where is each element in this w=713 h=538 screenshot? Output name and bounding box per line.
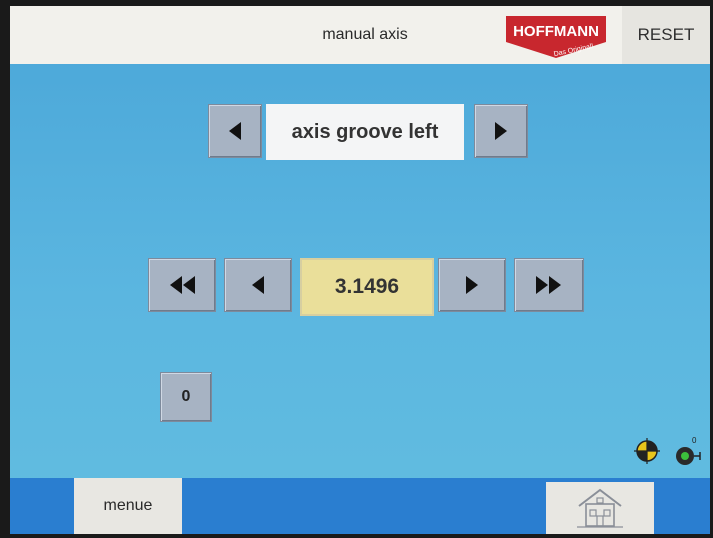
reset-button[interactable]: RESET: [622, 6, 710, 64]
home-button[interactable]: [546, 482, 654, 534]
arrow-right-icon: [495, 122, 507, 140]
axis-name-display: axis groove left: [266, 104, 464, 160]
hoffmann-logo: HOFFMANN Das Original!: [500, 12, 612, 64]
fast-forward-icon: [536, 276, 561, 294]
arrow-left-icon: [229, 122, 241, 140]
home-icon: [577, 488, 623, 528]
svg-text:HOFFMANN: HOFFMANN: [513, 23, 599, 40]
screen: manual axis HOFFMANN Das Original! RESET…: [10, 6, 710, 534]
next-axis-button[interactable]: [474, 104, 528, 158]
arrow-left-icon: [252, 276, 264, 294]
prev-axis-button[interactable]: [208, 104, 262, 158]
menu-button[interactable]: menue: [74, 478, 182, 534]
position-value: 3.1496: [300, 258, 434, 316]
switch-icon[interactable]: 0: [672, 434, 704, 468]
fast-forward-button[interactable]: [514, 258, 584, 312]
step-backward-button[interactable]: [224, 258, 292, 312]
fast-rewind-icon: [170, 276, 195, 294]
fast-backward-button[interactable]: [148, 258, 216, 312]
svg-text:0: 0: [692, 436, 697, 445]
zero-button[interactable]: 0: [160, 372, 212, 422]
page-title: manual axis: [322, 26, 408, 43]
target-icon[interactable]: [632, 436, 662, 466]
step-forward-button[interactable]: [438, 258, 506, 312]
arrow-right-icon: [466, 276, 478, 294]
